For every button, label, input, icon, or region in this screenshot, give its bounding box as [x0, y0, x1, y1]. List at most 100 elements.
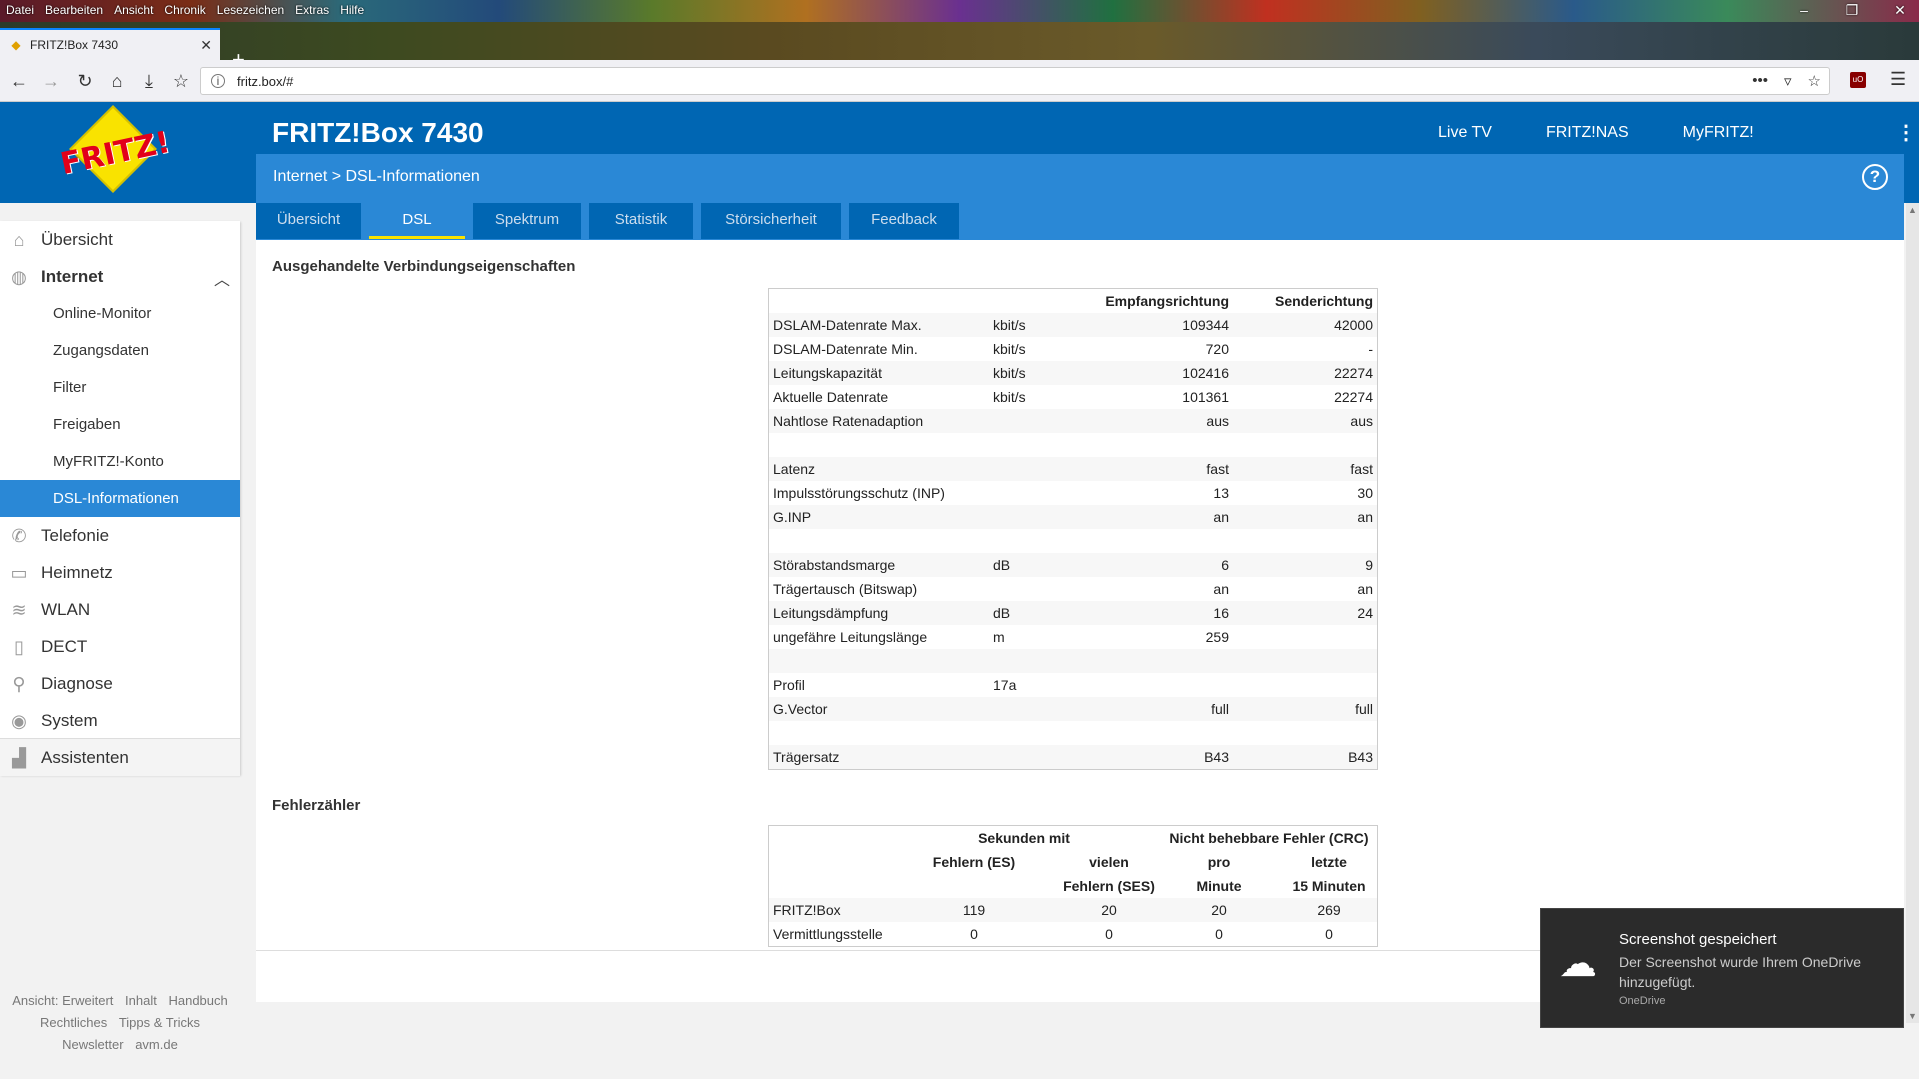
sidebar-sub-filter[interactable]: Filter: [0, 369, 240, 406]
home-icon[interactable]: ⌂: [104, 68, 130, 94]
cell-rx: an: [1213, 581, 1229, 597]
menu-extras[interactable]: Extras: [295, 3, 329, 17]
footer-links: Ansicht: Erweitert Inhalt Handbuch Recht…: [0, 993, 240, 1059]
tab-dsl[interactable]: DSL: [369, 203, 465, 239]
row-name: G.INP: [773, 509, 812, 525]
scroll-up-icon[interactable]: ▲: [1906, 205, 1919, 215]
tab-statistik[interactable]: Statistik: [589, 203, 693, 239]
tab-spektrum[interactable]: Spektrum: [473, 203, 581, 239]
sidebar-item-dect[interactable]: ▯ DECT: [0, 628, 240, 665]
sidebar-item-assistenten[interactable]: ▟ Assistenten: [0, 739, 240, 776]
sidebar-sub-label: Freigaben: [53, 416, 121, 433]
scroll-down-icon[interactable]: ▼: [1906, 1011, 1919, 1021]
url-bar[interactable]: i fritz.box/# ••• ▿ ☆: [200, 67, 1830, 95]
ublock-icon[interactable]: uO: [1850, 72, 1866, 88]
row-name: DSLAM-Datenrate Max.: [773, 317, 922, 333]
sidebar-sub-myfritz-konto[interactable]: MyFRITZ!-Konto: [0, 443, 240, 480]
footer-ansicht[interactable]: Ansicht: Erweitert: [12, 993, 113, 1008]
browser-tab[interactable]: ◆ FRITZ!Box 7430 ✕: [0, 28, 220, 60]
footer-tipps[interactable]: Tipps & Tricks: [119, 1015, 200, 1030]
menu-lesezeichen[interactable]: Lesezeichen: [217, 3, 284, 17]
group-header-seconds: Sekunden mit: [978, 830, 1070, 846]
row-name: Trägertausch (Bitswap): [773, 581, 918, 597]
cell-tx: 42000: [1334, 317, 1373, 333]
sidebar-item-system[interactable]: ◉ System: [0, 702, 240, 739]
sidebar-item-wlan[interactable]: ≋ WLAN: [0, 591, 240, 628]
hamburger-menu-icon[interactable]: ☰: [1890, 69, 1906, 90]
sidebar-item-internet[interactable]: ◍ Internet ︿: [0, 258, 240, 295]
site-info-icon[interactable]: i: [211, 74, 225, 88]
help-icon[interactable]: ?: [1862, 164, 1888, 190]
pocket-icon[interactable]: ▿: [1784, 72, 1792, 90]
system-icon: ◉: [11, 710, 27, 731]
cell-rx: B43: [1204, 749, 1229, 765]
onedrive-toast[interactable]: ☁ Screenshot gespeichert Der Screenshot …: [1540, 908, 1904, 1028]
tab-close-icon[interactable]: ✕: [200, 37, 212, 54]
download-icon[interactable]: ⤓: [136, 68, 162, 94]
footer-newsletter[interactable]: Newsletter: [62, 1037, 123, 1052]
footer-inhalt[interactable]: Inhalt: [125, 993, 157, 1008]
cell-unit: dB: [993, 605, 1011, 621]
fritz-logo[interactable]: FRITZ!: [58, 105, 173, 193]
tab-uebersicht[interactable]: Übersicht: [256, 203, 361, 239]
sidebar-item-label: Telefonie: [41, 525, 110, 545]
tab-feedback[interactable]: Feedback: [849, 203, 959, 239]
cell-crc-min: 20: [1211, 902, 1227, 918]
tab-title: FRITZ!Box 7430: [30, 38, 119, 52]
menu-ansicht[interactable]: Ansicht: [114, 3, 153, 17]
table-row: Latenz fast fast: [769, 457, 1377, 481]
sidebar-sub-label: MyFRITZ!-Konto: [53, 453, 164, 470]
sidebar-sub-online-monitor[interactable]: Online-Monitor: [0, 295, 240, 332]
forward-icon[interactable]: →: [38, 68, 64, 94]
footer-avm[interactable]: avm.de: [135, 1037, 178, 1052]
cell-tx: fast: [1350, 461, 1373, 477]
browser-tabstrip: ◆ FRITZ!Box 7430 ✕ +: [0, 22, 1919, 71]
maximize-icon[interactable]: ❐: [1843, 2, 1861, 19]
nav-fritz-nas[interactable]: FRITZ!NAS: [1546, 124, 1629, 142]
more-menu-icon[interactable]: ⋮: [1896, 120, 1916, 145]
col-header-min-b: Minute: [1196, 878, 1242, 894]
bookmark-star-icon[interactable]: ☆: [1808, 72, 1821, 90]
sidebar-sub-zugangsdaten[interactable]: Zugangsdaten: [0, 332, 240, 369]
nav-myfritz[interactable]: MyFRITZ!: [1683, 124, 1754, 142]
row-name: Leitungsdämpfung: [773, 605, 889, 621]
footer-rechtliches[interactable]: Rechtliches: [40, 1015, 107, 1030]
menu-bearbeiten[interactable]: Bearbeiten: [45, 3, 103, 17]
menu-datei[interactable]: Datei: [6, 3, 34, 17]
sidebar-item-uebersicht[interactable]: ⌂ Übersicht: [0, 221, 240, 258]
cell-unit: dB: [993, 557, 1011, 573]
close-icon[interactable]: ✕: [1891, 2, 1909, 19]
sidebar-sub-freigaben[interactable]: Freigaben: [0, 406, 240, 443]
footer-handbuch[interactable]: Handbuch: [168, 993, 227, 1008]
sidebar-sub-label: DSL-Informationen: [53, 490, 179, 507]
page-scrollbar[interactable]: ▲ ▼: [1906, 203, 1919, 1023]
table-row: DSLAM-Datenrate Min. kbit/s 720 -: [769, 337, 1377, 361]
reload-icon[interactable]: ↻: [72, 68, 98, 94]
col-header-15-a: letzte: [1311, 854, 1347, 870]
sidebar-sub-dsl-informationen[interactable]: DSL-Informationen: [0, 480, 240, 517]
menu-hilfe[interactable]: Hilfe: [340, 3, 364, 17]
cell-es: 0: [970, 926, 978, 942]
breadcrumb: Internet > DSL-Informationen: [273, 168, 480, 185]
tab-stoersicherheit[interactable]: Störsicherheit: [701, 203, 841, 239]
top-nav: Live TV FRITZ!NAS MyFRITZ!: [1438, 124, 1754, 142]
page-actions-icon[interactable]: •••: [1752, 72, 1768, 90]
library-icon[interactable]: ☆: [168, 68, 194, 94]
sidebar-item-telefonie[interactable]: ✆ Telefonie: [0, 517, 240, 554]
sidebar-item-diagnose[interactable]: ⚲ Diagnose: [0, 665, 240, 702]
globe-icon: ◍: [11, 266, 27, 287]
minimize-icon[interactable]: –: [1795, 2, 1813, 19]
logo-area: FRITZ!: [0, 102, 256, 203]
row-name: G.Vector: [773, 701, 828, 717]
cell-tx: 22274: [1334, 365, 1373, 381]
nav-live-tv[interactable]: Live TV: [1438, 124, 1492, 142]
section-title-errors: Fehlerzähler: [272, 797, 361, 814]
back-icon[interactable]: ←: [6, 68, 32, 94]
col-header-rx: Empfangsrichtung: [1105, 293, 1229, 309]
table-row: G.INP an an: [769, 505, 1377, 529]
chevron-up-icon[interactable]: ︿: [214, 266, 230, 290]
menu-chronik[interactable]: Chronik: [164, 3, 205, 17]
table-row: [769, 721, 1377, 745]
row-name: FRITZ!Box: [773, 902, 841, 918]
sidebar-item-heimnetz[interactable]: ▭ Heimnetz: [0, 554, 240, 591]
